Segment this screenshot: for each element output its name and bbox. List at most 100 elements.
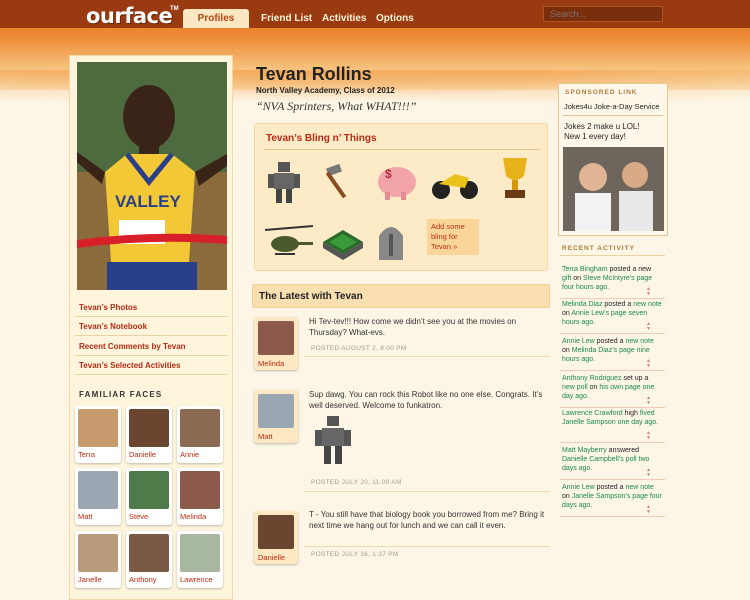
activity-link[interactable]: Annie Lew: [562, 338, 595, 345]
hammer-icon[interactable]: [319, 160, 363, 202]
recent-activity-title: RECENT ACTIVITY: [562, 245, 635, 252]
post-author: Danielle: [258, 553, 286, 562]
link-notebook[interactable]: Tevan’s Notebook: [79, 322, 147, 331]
divider: [304, 356, 550, 357]
divider: [304, 491, 550, 492]
avatar: [78, 534, 118, 572]
sponsor-tagline: New 1 every day!: [564, 132, 626, 141]
nav-friend-list[interactable]: Friend List: [261, 13, 312, 24]
link-selected-activities[interactable]: Tevan’s Selected Activities: [79, 361, 181, 370]
avatar: [180, 534, 220, 572]
vote-arrows-icon[interactable]: ▲ ▼: [646, 359, 660, 369]
activity-link[interactable]: Lawrence Crawford: [562, 410, 623, 417]
logo[interactable]: ourface: [86, 4, 173, 28]
divider: [75, 335, 227, 336]
friend-card[interactable]: Terra: [75, 406, 121, 463]
piggy-bank-icon[interactable]: $: [371, 158, 416, 200]
activity-link[interactable]: new note: [625, 484, 653, 491]
trophy-icon[interactable]: [495, 154, 539, 198]
vote-arrows-icon[interactable]: ▲ ▼: [646, 468, 660, 478]
divider: [560, 255, 665, 256]
profile-name: Tevan Rollins: [256, 64, 372, 84]
activity-link[interactable]: Anthony Rodriguez: [562, 375, 622, 382]
vote-arrows-icon[interactable]: ▲ ▼: [646, 431, 660, 441]
stadium-icon[interactable]: [319, 222, 363, 264]
activity-text: on: [562, 310, 572, 317]
friend-name: Annie: [180, 450, 200, 459]
nav-options[interactable]: Options: [376, 13, 414, 24]
avatar: [258, 321, 294, 355]
motorcycle-icon[interactable]: [429, 160, 478, 202]
activity-link[interactable]: new poll: [562, 384, 588, 391]
bling-panel: Tevan’s Bling n’ Things $ Add some bling…: [254, 123, 548, 271]
post-text: Sup dawg. You can rock this Robot like n…: [309, 390, 543, 410]
helmet-icon[interactable]: [371, 218, 415, 260]
post-author-card[interactable]: Danielle: [254, 511, 298, 564]
avatar: [129, 409, 169, 447]
post-meta: POSTED JULY 20, 11:00 AM: [311, 479, 402, 486]
friend-name: Danielle: [129, 450, 157, 459]
bling-title: Tevan’s Bling n’ Things: [266, 133, 377, 144]
avatar: [258, 515, 294, 549]
activity-link[interactable]: new note: [633, 301, 661, 308]
search-input[interactable]: [543, 6, 663, 22]
activity-link[interactable]: fived: [640, 410, 655, 417]
post-text: T - You still have that biology book you…: [309, 510, 545, 530]
post-meta: POSTED JULY 16, 1:37 PM: [311, 551, 399, 558]
divider: [304, 546, 550, 547]
add-bling-button[interactable]: Add some bling for Tevan »: [427, 219, 479, 255]
divider: [560, 516, 665, 517]
divider: [264, 149, 540, 150]
divider: [560, 370, 665, 371]
activity-link[interactable]: Annie Lew’s page seven hours ago.: [562, 310, 647, 326]
nav-activities[interactable]: Activities: [322, 13, 366, 24]
familiar-faces-title: FAMILIAR FACES: [79, 390, 163, 399]
vote-arrows-icon[interactable]: ▲ ▼: [646, 505, 660, 515]
activity-text: answered: [606, 447, 640, 454]
friend-card[interactable]: Lawrence: [177, 531, 223, 588]
friend-name: Anthony: [129, 575, 157, 584]
friend-card[interactable]: Matt: [75, 468, 121, 525]
activity-item[interactable]: Lawrence Crawford high fived Janelle Sam…: [562, 409, 662, 427]
link-recent-comments[interactable]: Recent Comments by Tevan: [79, 342, 186, 351]
profile-photo: VALLEY: [77, 62, 227, 290]
avatar: [78, 409, 118, 447]
divider: [563, 115, 663, 116]
profile-quote: “NVA Sprinters, What WHAT!!!”: [256, 99, 417, 113]
vote-arrows-icon[interactable]: ▲ ▼: [646, 396, 660, 406]
activity-link[interactable]: Janelle Sampson one day ago.: [562, 419, 658, 426]
activity-link[interactable]: Annie Lew: [562, 484, 595, 491]
friend-name: Terra: [78, 450, 96, 459]
robot-icon[interactable]: [263, 158, 307, 203]
vote-arrows-icon[interactable]: ▲ ▼: [646, 287, 660, 297]
activity-text: posted a: [594, 338, 626, 345]
vote-arrows-icon[interactable]: ▲ ▼: [646, 322, 660, 332]
sponsor-name[interactable]: Jokes4u Joke-a-Day Service: [564, 102, 659, 111]
friend-card[interactable]: Anthony: [126, 531, 172, 588]
post-author-card[interactable]: Melinda: [254, 317, 298, 370]
activity-link[interactable]: new note: [625, 338, 653, 345]
activity-link[interactable]: Terra Bingham: [562, 266, 608, 273]
friend-card[interactable]: Steve: [126, 468, 172, 525]
sponsor-image[interactable]: [563, 147, 664, 231]
post-author: Melinda: [258, 359, 285, 368]
activity-link[interactable]: Melinda Diaz’s page nine hours ago.: [562, 347, 650, 363]
helicopter-icon[interactable]: [263, 220, 314, 262]
activity-link[interactable]: Danielle Campbell’s poll: [562, 456, 637, 463]
latest-title: The Latest with Tevan: [259, 291, 363, 302]
link-photos[interactable]: Tevan’s Photos: [79, 303, 137, 312]
activity-link[interactable]: Matt Mayberry: [562, 447, 607, 454]
activity-link[interactable]: Melinda Diaz: [562, 301, 602, 308]
divider: [560, 442, 665, 443]
friend-card[interactable]: Melinda: [177, 468, 223, 525]
friend-card[interactable]: Annie: [177, 406, 223, 463]
friend-name: Steve: [129, 512, 149, 521]
post-author-card[interactable]: Matt: [254, 390, 298, 443]
sponsored-link-box[interactable]: SPONSORED LINK Jokes4u Joke-a-Day Servic…: [558, 83, 668, 236]
friend-card[interactable]: Danielle: [126, 406, 172, 463]
activity-link[interactable]: gift: [562, 275, 571, 282]
friend-card[interactable]: Janelle: [75, 531, 121, 588]
divider: [560, 298, 665, 299]
nav-tab-profiles[interactable]: Profiles: [183, 9, 249, 28]
svg-text:$: $: [385, 167, 392, 181]
